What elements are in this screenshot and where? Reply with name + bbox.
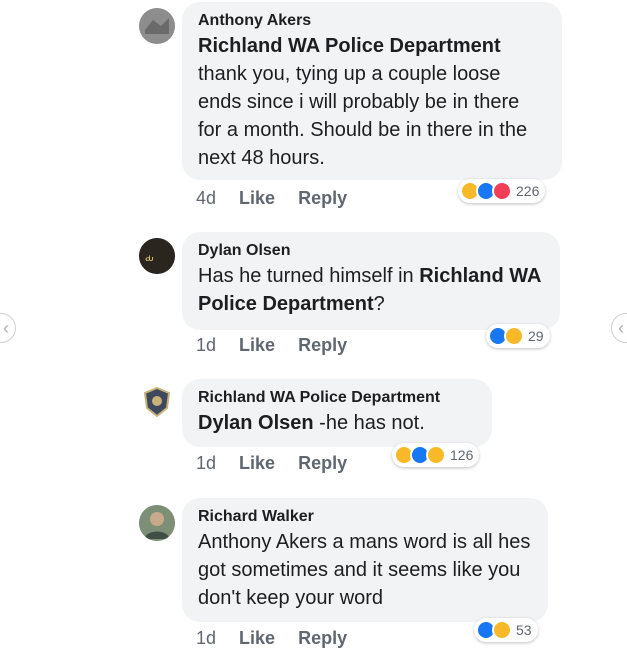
- reactions-summary[interactable]: 126: [392, 443, 480, 467]
- mention-link[interactable]: Dylan Olsen: [198, 412, 314, 434]
- comment-text: Dylan Olsen -he has not.: [198, 412, 425, 434]
- comment-text: Anthony Akers a mans word is all hes got…: [198, 531, 531, 609]
- avatar[interactable]: [139, 8, 175, 44]
- like-button[interactable]: Like: [239, 628, 275, 648]
- next-arrow-button[interactable]: ‹: [611, 313, 627, 343]
- comment-actions: 1d Like Reply: [196, 335, 365, 356]
- reply-button[interactable]: Reply: [298, 453, 347, 473]
- comment-bubble: Richard Walker Anthony Akers a mans word…: [182, 498, 548, 622]
- comment-text: Richland WA Police Department thank you, …: [198, 35, 528, 169]
- comment-author[interactable]: Dylan Olsen: [198, 240, 544, 262]
- comment-author[interactable]: Richard Walker: [198, 506, 532, 528]
- police-badge-icon: [143, 386, 171, 418]
- comment-author[interactable]: Richland WA Police Department: [198, 387, 476, 409]
- comment-bubble: Anthony Akers Richland WA Police Departm…: [182, 2, 562, 180]
- mention-link[interactable]: Richland WA Police Department: [198, 35, 501, 57]
- avatar[interactable]: [139, 505, 175, 541]
- love-reaction-icon: [492, 181, 512, 201]
- reaction-count: 126: [450, 447, 474, 463]
- reply-button[interactable]: Reply: [298, 188, 347, 208]
- avatar[interactable]: [139, 384, 175, 420]
- reaction-count: 29: [528, 328, 544, 344]
- avatar[interactable]: ԃ: [139, 238, 175, 274]
- reaction-count: 226: [516, 183, 540, 199]
- haha-reaction-icon: [492, 620, 512, 640]
- wow-reaction-icon: [426, 445, 446, 465]
- like-button[interactable]: Like: [239, 335, 275, 355]
- comment-text: Has he turned himself in Richland WA Pol…: [198, 265, 541, 315]
- reply-button[interactable]: Reply: [298, 628, 347, 648]
- comment-timestamp[interactable]: 1d: [196, 453, 216, 473]
- comment-actions: 1d Like Reply: [196, 628, 365, 649]
- reactions-summary[interactable]: 226: [458, 179, 546, 203]
- comment-bubble: Richland WA Police Department Dylan Olse…: [182, 379, 492, 447]
- reply-button[interactable]: Reply: [298, 335, 347, 355]
- reactions-summary[interactable]: 53: [474, 618, 538, 642]
- like-button[interactable]: Like: [239, 453, 275, 473]
- comment-author[interactable]: Anthony Akers: [198, 10, 546, 32]
- previous-arrow-button[interactable]: ‹: [0, 313, 16, 343]
- comment-actions: 4d Like Reply: [196, 188, 365, 209]
- reactions-summary[interactable]: 29: [486, 324, 550, 348]
- avatar-icon: ԃ: [139, 238, 175, 274]
- like-button[interactable]: Like: [239, 188, 275, 208]
- comment-timestamp[interactable]: 4d: [196, 188, 216, 208]
- comment-timestamp[interactable]: 1d: [196, 628, 216, 648]
- avatar-icon: [139, 505, 175, 541]
- comment-timestamp[interactable]: 1d: [196, 335, 216, 355]
- svg-text:ԃ: ԃ: [145, 253, 154, 264]
- comment-actions: 1d Like Reply: [196, 453, 365, 474]
- haha-reaction-icon: [504, 326, 524, 346]
- reaction-count: 53: [516, 622, 532, 638]
- comment-bubble: Dylan Olsen Has he turned himself in Ric…: [182, 232, 560, 330]
- avatar-icon: [139, 8, 175, 44]
